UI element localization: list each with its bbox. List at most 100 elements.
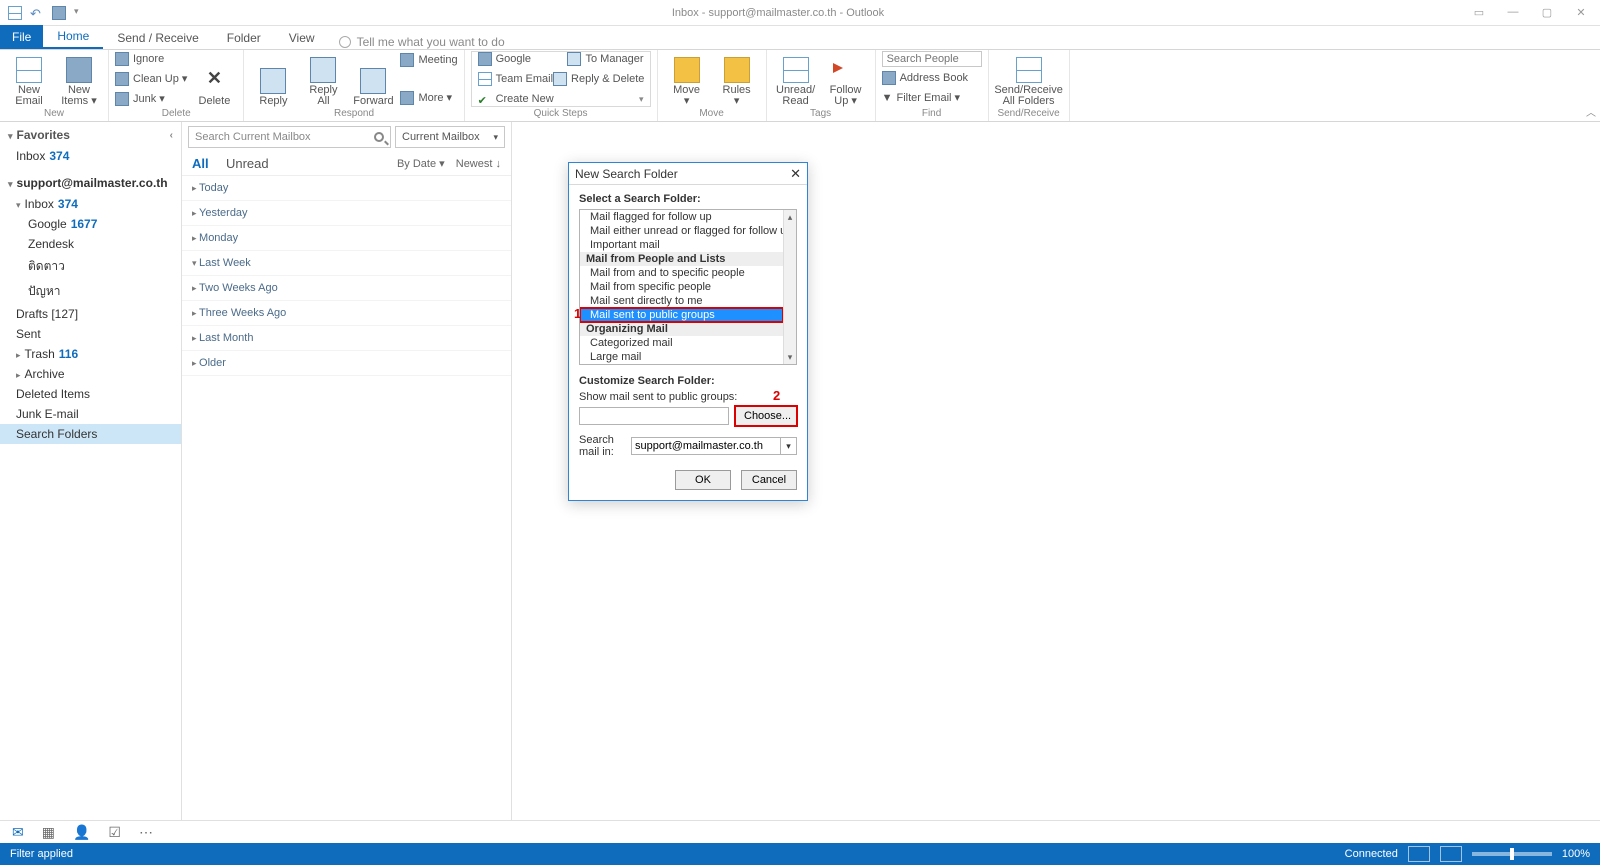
unread-read-button[interactable]: Unread/ Read [773, 51, 819, 107]
ribbon-options-icon[interactable]: ▭ [1470, 6, 1488, 19]
view-reading-button[interactable] [1440, 846, 1462, 862]
list-option[interactable]: Mail sent directly to me [580, 294, 783, 308]
forward-button[interactable]: Forward [350, 51, 396, 107]
close-button[interactable]: ✕ [1572, 6, 1590, 19]
date-group[interactable]: Older [182, 351, 511, 376]
collapse-ribbon-icon[interactable]: ︿ [1586, 104, 1596, 119]
dropdown-chevron-icon[interactable]: ▾ [781, 437, 797, 455]
tab-file[interactable]: File [0, 25, 43, 49]
date-group[interactable]: Monday [182, 226, 511, 251]
junk-button[interactable]: Junk ▾ [115, 90, 187, 108]
search-scope-dropdown[interactable]: Current Mailbox ▾ [395, 126, 505, 148]
filter-all[interactable]: All [192, 156, 209, 171]
scroll-down-icon[interactable]: ▾ [784, 350, 796, 364]
calendar-view-icon[interactable]: ▦ [42, 824, 55, 841]
listbox-scrollbar[interactable]: ▴ ▾ [783, 210, 796, 364]
tab-folder[interactable]: Folder [213, 27, 275, 49]
more-views-icon[interactable]: ⋯ [139, 824, 153, 841]
fav-inbox[interactable]: Inbox374 [0, 146, 181, 166]
rules-button[interactable]: Rules ▾ [714, 51, 760, 107]
nav-drafts[interactable]: Drafts [127] [0, 304, 181, 324]
tasks-view-icon[interactable]: ☑ [108, 824, 121, 841]
minimize-button[interactable]: — [1504, 6, 1522, 19]
tab-view[interactable]: View [275, 27, 329, 49]
nav-trash[interactable]: Trash116 [0, 344, 181, 364]
filter-unread[interactable]: Unread [226, 156, 269, 171]
nav-sent[interactable]: Sent [0, 324, 181, 344]
search-mailbox-input[interactable]: Search Current Mailbox [188, 126, 391, 148]
scroll-up-icon[interactable]: ▴ [784, 210, 796, 224]
nav-thai-2[interactable]: ปัญหา [0, 279, 181, 304]
date-group[interactable]: Last Week [182, 251, 511, 276]
ignore-button[interactable]: Ignore [115, 50, 187, 68]
save-icon[interactable] [8, 6, 22, 20]
list-option[interactable]: Mail from and to specific people [580, 266, 783, 280]
search-in-dropdown[interactable] [631, 437, 781, 455]
date-group[interactable]: Yesterday [182, 201, 511, 226]
ok-button[interactable]: OK [675, 470, 731, 490]
list-option-selected[interactable]: Mail sent to public groups [580, 308, 783, 322]
cleanup-button[interactable]: Clean Up ▾ [115, 70, 187, 88]
date-group[interactable]: Last Month [182, 326, 511, 351]
mail-view-icon[interactable]: ✉ [12, 824, 24, 841]
nav-search-folders[interactable]: Search Folders [0, 424, 181, 444]
favorites-header[interactable]: Favorites ‹ [0, 122, 181, 146]
quickstep-team-email[interactable]: Team Email [478, 70, 553, 88]
search-people-input[interactable] [882, 51, 982, 67]
quickstep-more[interactable]: ▾ [639, 90, 644, 108]
list-option[interactable]: Categorized mail [580, 336, 783, 350]
nav-deleted[interactable]: Deleted Items [0, 384, 181, 404]
quickstep-to-manager[interactable]: To Manager [567, 50, 643, 68]
tab-home[interactable]: Home [43, 25, 103, 49]
date-group[interactable]: Three Weeks Ago [182, 301, 511, 326]
quickstep-google[interactable]: Google [478, 50, 531, 68]
qat-item-icon[interactable] [52, 6, 66, 20]
tell-me-search[interactable]: Tell me what you want to do [339, 35, 505, 49]
zoom-slider[interactable] [1472, 852, 1552, 856]
new-items-button[interactable]: New Items ▾ [56, 51, 102, 107]
nav-google[interactable]: Google1677 [0, 214, 181, 234]
delete-button[interactable]: ✕Delete [191, 51, 237, 107]
list-option[interactable]: Mail flagged for follow up [580, 210, 783, 224]
list-option[interactable]: Important mail [580, 238, 783, 252]
nav-thai-1[interactable]: ติดตาว [0, 254, 181, 279]
list-option[interactable]: Mail either unread or flagged for follow… [580, 224, 783, 238]
date-group[interactable]: Two Weeks Ago [182, 276, 511, 301]
cancel-button[interactable]: Cancel [741, 470, 797, 490]
maximize-button[interactable]: ▢ [1538, 6, 1556, 19]
undo-icon[interactable]: ↶ [30, 6, 44, 20]
public-groups-input[interactable] [579, 407, 729, 425]
collapse-pane-icon[interactable]: ‹ [170, 130, 173, 141]
nav-junk[interactable]: Junk E-mail [0, 404, 181, 424]
reply-all-button[interactable]: Reply All [300, 51, 346, 107]
meeting-button[interactable]: Meeting [400, 51, 457, 69]
follow-up-button[interactable]: Follow Up ▾ [823, 51, 869, 107]
search-folder-listbox[interactable]: Mail flagged for follow upMail either un… [579, 209, 797, 365]
customize-label: Customize Search Folder: [579, 375, 797, 387]
dialog-close-button[interactable]: ✕ [790, 166, 801, 182]
quickstep-reply-delete[interactable]: Reply & Delete [553, 70, 644, 88]
sort-by-date[interactable]: By Date ▾ [397, 158, 445, 170]
account-header[interactable]: support@mailmaster.co.th [0, 166, 181, 194]
list-option[interactable]: Mail from specific people [580, 280, 783, 294]
reply-button[interactable]: Reply [250, 51, 296, 107]
address-book-button[interactable]: Address Book [882, 69, 982, 87]
people-view-icon[interactable]: 👤 [73, 824, 90, 841]
view-normal-button[interactable] [1408, 846, 1430, 862]
move-button[interactable]: Move ▾ [664, 51, 710, 107]
filter-email-button[interactable]: ▼Filter Email ▾ [882, 89, 982, 107]
nav-archive[interactable]: Archive [0, 364, 181, 384]
sort-newest[interactable]: Newest ↓ [456, 158, 501, 170]
choose-button[interactable]: Choose... [735, 406, 797, 426]
new-email-button[interactable]: New Email [6, 51, 52, 107]
nav-inbox[interactable]: Inbox374 [0, 194, 181, 214]
date-group[interactable]: Today [182, 176, 511, 201]
qat-dropdown-icon[interactable]: ▾ [74, 6, 88, 20]
tab-send-receive[interactable]: Send / Receive [103, 27, 212, 49]
more-respond-button[interactable]: More ▾ [400, 89, 457, 107]
list-option[interactable]: Large mail [580, 350, 783, 364]
quickstep-create-new[interactable]: ✔Create New [478, 90, 554, 108]
send-receive-all-button[interactable]: Send/Receive All Folders [995, 51, 1063, 107]
nav-zendesk[interactable]: Zendesk [0, 234, 181, 254]
search-icon[interactable] [374, 132, 384, 142]
